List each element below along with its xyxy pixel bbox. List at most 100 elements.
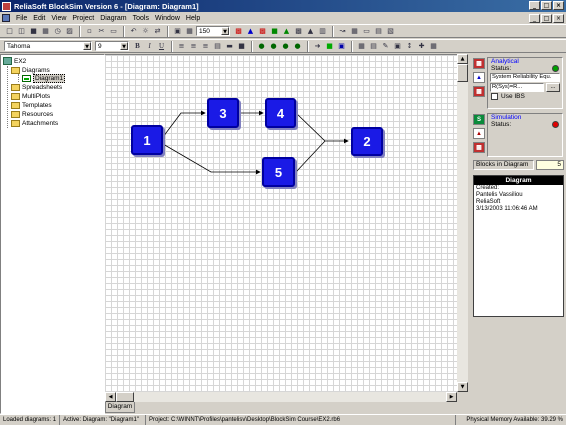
horizontal-scroll-thumb[interactable] — [116, 392, 134, 402]
distribute-icon[interactable]: ▤ — [368, 41, 379, 52]
calculate-icon[interactable]: ▲ — [281, 26, 292, 37]
document-icon[interactable] — [2, 14, 10, 22]
doc-restore-button[interactable]: □ — [541, 14, 552, 23]
vertical-scrollbar[interactable]: ▲ ▼ — [457, 54, 468, 392]
align-objects-icon[interactable]: ▦ — [356, 41, 367, 52]
block-5[interactable]: 5 — [262, 157, 295, 187]
connect-icon[interactable]: ● — [256, 41, 267, 52]
page-setup-icon[interactable]: ▦ — [428, 41, 439, 52]
scroll-right-icon[interactable]: ▶ — [446, 392, 457, 402]
bar-chart-icon[interactable]: ▥ — [317, 26, 328, 37]
menu-window[interactable]: Window — [152, 15, 183, 22]
connector-5-2[interactable] — [295, 140, 326, 173]
project-icon[interactable]: ▨ — [64, 26, 75, 37]
equation-details-button[interactable]: ... — [546, 83, 560, 92]
tab-diagram[interactable]: Diagram — [105, 402, 135, 413]
block-1[interactable]: 1 — [131, 125, 163, 155]
use-ibs-checkbox[interactable] — [491, 93, 498, 100]
italic-button[interactable]: I — [144, 41, 155, 52]
bold-button[interactable]: B — [132, 41, 143, 52]
block-2[interactable]: 2 — [351, 127, 383, 156]
vertical-scroll-thumb[interactable] — [457, 64, 468, 82]
undo-icon[interactable]: ↶ — [128, 26, 139, 37]
tree-root[interactable]: EX2 — [3, 57, 26, 65]
scroll-down-icon[interactable]: ▼ — [457, 382, 468, 392]
menu-view[interactable]: View — [48, 15, 69, 22]
tree-item-diagram1[interactable]: Diagram1 — [22, 73, 66, 83]
diagram-view-icon[interactable]: ▣ — [172, 26, 183, 37]
report-icon[interactable]: ▩ — [257, 26, 268, 37]
align-left-icon[interactable]: ≡ — [176, 41, 187, 52]
connector-4-2[interactable] — [295, 112, 349, 144]
pencil-icon[interactable]: ✎ — [380, 41, 391, 52]
simulate-icon[interactable]: ■ — [269, 26, 280, 37]
open-icon[interactable]: ◫ — [16, 26, 27, 37]
font-color-icon[interactable]: ■ — [236, 41, 247, 52]
connect-series-icon[interactable]: ● — [280, 41, 291, 52]
book-icon[interactable]: ▭ — [361, 26, 372, 37]
help-icon[interactable]: ▧ — [385, 26, 396, 37]
qcp-icon[interactable]: ▩ — [293, 26, 304, 37]
connect-node-icon[interactable]: ● — [292, 41, 303, 52]
save-icon[interactable]: ■ — [28, 26, 39, 37]
menu-diagram[interactable]: Diagram — [97, 15, 129, 22]
print-icon[interactable]: ▦ — [40, 26, 51, 37]
paste-icon[interactable]: ▭ — [108, 26, 119, 37]
horizontal-scrollbar[interactable]: ◀ ▶ — [105, 392, 457, 402]
find-icon[interactable]: ☼ — [140, 26, 151, 37]
new-icon[interactable]: □ — [4, 26, 15, 37]
fill-icon[interactable]: ▤ — [212, 41, 223, 52]
tree-item-multiplots[interactable]: MultiPlots — [11, 92, 50, 100]
font-name-select[interactable]: Tahoma ▼ — [4, 41, 92, 51]
expand-icon[interactable]: ✚ — [416, 41, 427, 52]
menu-tools[interactable]: Tools — [130, 15, 152, 22]
report-icon[interactable]: ▩ — [473, 86, 485, 97]
tree-item-resources[interactable]: Resources — [11, 110, 53, 118]
connector-1-5[interactable] — [162, 143, 261, 175]
menu-project[interactable]: Project — [69, 15, 97, 22]
plot-icon[interactable]: ▲ — [245, 26, 256, 37]
underline-button[interactable]: U — [156, 41, 167, 52]
doc-minimize-button[interactable]: _ — [529, 14, 540, 23]
block-4[interactable]: 4 — [265, 98, 296, 128]
properties-icon[interactable]: ▣ — [392, 41, 403, 52]
block-3[interactable]: 3 — [207, 98, 239, 128]
size-icon[interactable]: ↕ — [404, 41, 415, 52]
minimize-button[interactable]: _ — [529, 1, 540, 10]
analytic-icon[interactable]: ▩ — [233, 26, 244, 37]
tree-item-templates[interactable]: Templates — [11, 101, 52, 109]
menu-file[interactable]: File — [13, 15, 30, 22]
zoom-select[interactable]: 150 ▼ — [196, 26, 230, 36]
align-center-icon[interactable]: ≡ — [188, 41, 199, 52]
menu-help[interactable]: Help — [183, 15, 203, 22]
qcp-icon[interactable]: ▩ — [473, 58, 485, 69]
analysis-type-select[interactable]: System Reliability Equ. — [490, 73, 560, 82]
font-size-select[interactable]: 9 ▼ — [95, 41, 129, 51]
sim-report-icon[interactable]: ▩ — [473, 142, 485, 153]
arrow-icon[interactable]: ➜ — [312, 41, 323, 52]
scroll-left-icon[interactable]: ◀ — [105, 392, 116, 402]
doc-close-button[interactable]: × — [553, 14, 564, 23]
menu-edit[interactable]: Edit — [30, 15, 48, 22]
diagram-canvas[interactable]: 1 3 4 5 2 — [105, 54, 457, 392]
replace-icon[interactable]: ⇄ — [152, 26, 163, 37]
equation-field[interactable]: R(Sys)=R... — [490, 83, 544, 92]
copy-icon[interactable]: ▫ — [84, 26, 95, 37]
scroll-up-icon[interactable]: ▲ — [457, 54, 468, 64]
simulate-icon[interactable]: S — [473, 114, 485, 125]
chart-icon[interactable]: ▲ — [473, 128, 485, 139]
cut-icon[interactable]: ✂ — [96, 26, 107, 37]
tree-item-attachments[interactable]: Attachments — [11, 119, 58, 127]
connect-parallel-icon[interactable]: ● — [268, 41, 279, 52]
tree-item-spreadsheets[interactable]: Spreadsheets — [11, 83, 62, 91]
table-icon[interactable]: ▦ — [349, 26, 360, 37]
align-right-icon[interactable]: ≡ — [200, 41, 211, 52]
maximize-button[interactable]: □ — [541, 1, 552, 10]
grid-icon[interactable]: ▦ — [184, 26, 195, 37]
line-color-icon[interactable]: ▬ — [224, 41, 235, 52]
close-button[interactable]: × — [553, 1, 564, 10]
connector-1-3[interactable] — [162, 110, 206, 138]
block-icon[interactable]: ■ — [324, 41, 335, 52]
curve-icon[interactable]: ↝ — [337, 26, 348, 37]
lock-icon[interactable]: ▣ — [336, 41, 347, 52]
